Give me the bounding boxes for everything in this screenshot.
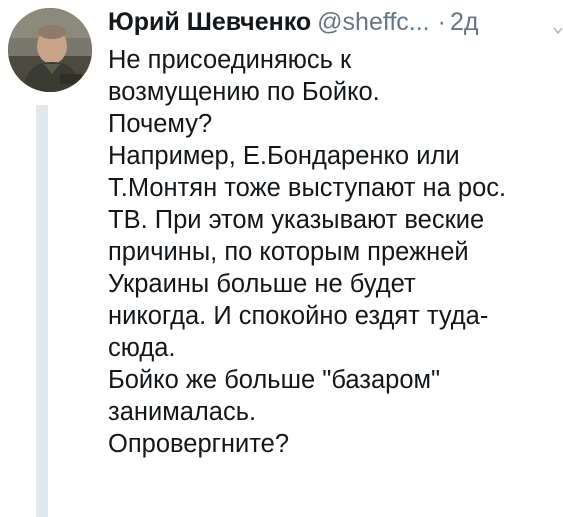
tweet-header: Юрий Шевченко @sheffc... · 2д	[108, 8, 563, 44]
avatar-image	[8, 8, 92, 92]
tweet-text-line: сюда.	[108, 334, 176, 362]
chevron-down-icon[interactable]	[553, 24, 563, 38]
tweet-text-line: Почему?	[108, 110, 213, 138]
tweet-text-line: причины, по которым прежней	[108, 238, 469, 266]
tweet-text-line: Опровергните?	[108, 430, 290, 458]
tweet[interactable]: Юрий Шевченко @sheffc... · 2д Не присоединя…	[0, 0, 563, 517]
author-name[interactable]: Юрий Шевченко	[108, 8, 311, 36]
separator-dot: ·	[437, 8, 446, 36]
tweet-text: Не присоединяюсь к возмущению по Бойко. …	[108, 44, 563, 460]
author-handle[interactable]: @sheffc...	[317, 8, 429, 36]
tweet-text-line: возмущению по Бойко.	[108, 78, 380, 106]
tweet-text-line: Например, Е.Бондаренко или	[108, 142, 460, 170]
tweet-text-line: ТВ. При этом указывают веские	[108, 206, 485, 234]
tweet-text-line: Бойко же больше "базаром"	[108, 366, 441, 394]
tweet-text-line: Т.Монтян тоже выступают на рос.	[108, 174, 507, 202]
timestamp[interactable]: 2д	[450, 8, 479, 36]
tweet-text-line: занималась.	[108, 398, 257, 426]
tweet-text-line: Украины больше не будет	[108, 270, 416, 298]
avatar[interactable]	[8, 8, 92, 92]
tweet-text-line: никогда. И спокойно ездят туда-	[108, 302, 489, 330]
tweet-text-line: Не присоединяюсь к	[108, 46, 352, 74]
thread-line	[36, 105, 48, 517]
